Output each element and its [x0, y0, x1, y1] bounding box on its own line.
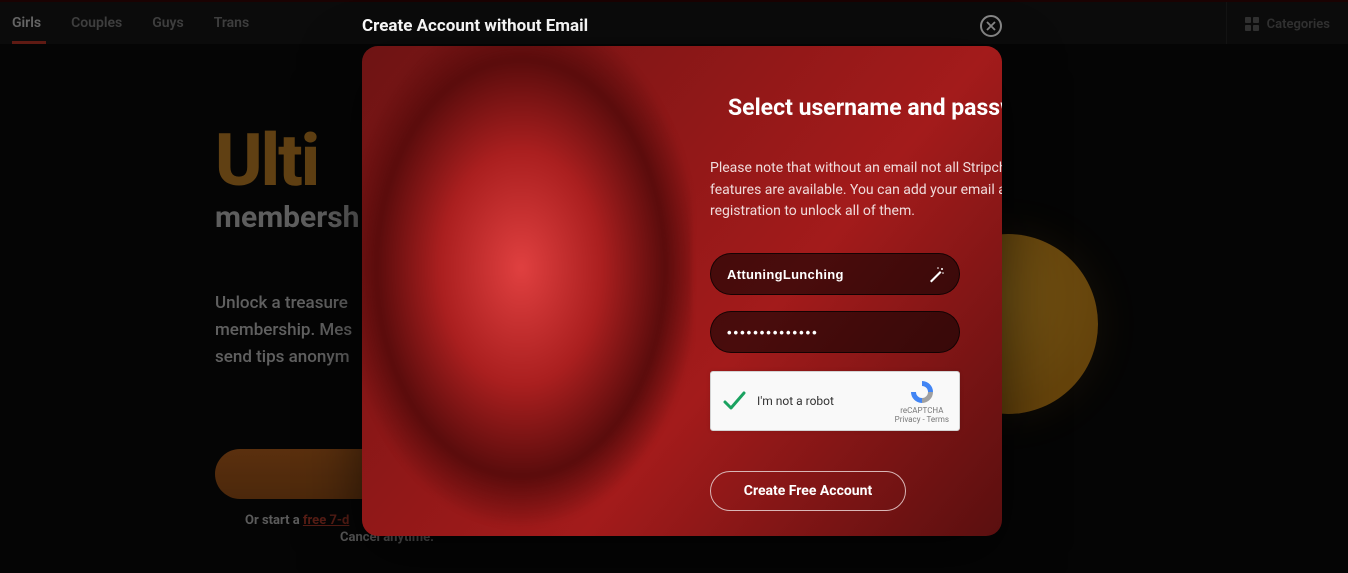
username-field-wrapper [710, 253, 960, 295]
recaptcha-text: I'm not a robot [757, 394, 885, 408]
recaptcha-terms[interactable]: Privacy - Terms [895, 415, 949, 424]
modal-image-panel [362, 46, 672, 536]
recaptcha-label: reCAPTCHA [900, 406, 943, 415]
step-header: Select username and password [710, 84, 1002, 130]
signup-modal: Select username and password Please note… [362, 46, 1002, 536]
magic-wand-icon[interactable] [927, 266, 945, 284]
recaptcha-logo-icon [908, 378, 936, 406]
close-button[interactable] [980, 15, 1002, 37]
recaptcha-checkmark-icon [721, 388, 747, 414]
modal-title: Create Account without Email [362, 16, 588, 36]
model-image [362, 46, 692, 536]
password-input[interactable] [727, 325, 943, 340]
recaptcha-brand: reCAPTCHA Privacy - Terms [895, 378, 949, 424]
password-field-wrapper [710, 311, 960, 353]
step-title: Select username and password [728, 94, 1002, 121]
create-account-button[interactable]: Create Free Account [710, 471, 906, 511]
close-icon [986, 21, 996, 31]
recaptcha-widget[interactable]: I'm not a robot reCAPTCHA Privacy - Term… [710, 371, 960, 431]
username-input[interactable] [727, 267, 943, 282]
email-note: Please note that without an email not al… [710, 158, 1002, 223]
modal-header: Create Account without Email [362, 8, 1002, 44]
modal-form-panel: Select username and password Please note… [672, 46, 1002, 536]
